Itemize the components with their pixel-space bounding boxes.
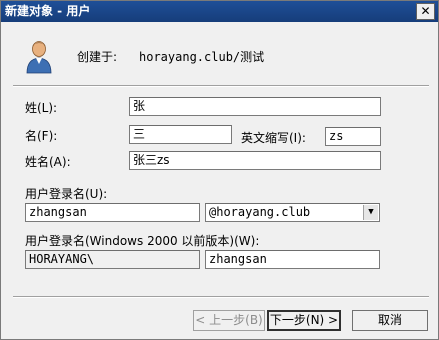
- logon-name-label: 用户登录名(U):: [25, 187, 108, 201]
- header-divider: [13, 85, 429, 87]
- first-name-input[interactable]: 三: [129, 125, 232, 144]
- last-name-label: 姓(L):: [25, 101, 58, 115]
- last-name-input[interactable]: 张: [129, 97, 381, 116]
- title-bar[interactable]: 新建对象 - 用户 ✕: [1, 1, 438, 22]
- full-name-input[interactable]: 张三zs: [129, 151, 381, 170]
- domain-select-value: @horayang.club: [209, 205, 311, 219]
- cancel-button[interactable]: 取消: [352, 310, 428, 331]
- full-name-label: 姓名(A):: [25, 155, 71, 169]
- pre2000-domain-field: HORAYANG\: [25, 250, 200, 269]
- window-title: 新建对象 - 用户: [5, 4, 91, 18]
- chevron-down-icon[interactable]: ▼: [363, 205, 378, 220]
- first-name-label: 名(F):: [25, 129, 58, 143]
- pre2000-label: 用户登录名(Windows 2000 以前版本)(W):: [25, 234, 260, 248]
- next-button[interactable]: 下一步(N) >: [267, 310, 341, 331]
- new-user-dialog: 新建对象 - 用户 ✕ 创建于: horayang.club/测试 姓(L): …: [0, 0, 439, 340]
- initials-label: 英文缩写(I):: [241, 131, 306, 145]
- close-button[interactable]: ✕: [416, 3, 435, 20]
- created-in-value: horayang.club/测试: [139, 50, 265, 64]
- footer-divider: [13, 296, 429, 298]
- domain-select[interactable]: @horayang.club ▼: [205, 203, 380, 222]
- close-icon: ✕: [420, 4, 431, 18]
- logon-name-input[interactable]: zhangsan: [25, 203, 200, 222]
- user-icon: [26, 41, 52, 74]
- pre2000-name-input[interactable]: zhangsan: [205, 250, 380, 269]
- initials-input[interactable]: zs: [325, 127, 381, 146]
- created-in-label: 创建于:: [77, 50, 118, 64]
- back-button[interactable]: < 上一步(B): [193, 310, 265, 331]
